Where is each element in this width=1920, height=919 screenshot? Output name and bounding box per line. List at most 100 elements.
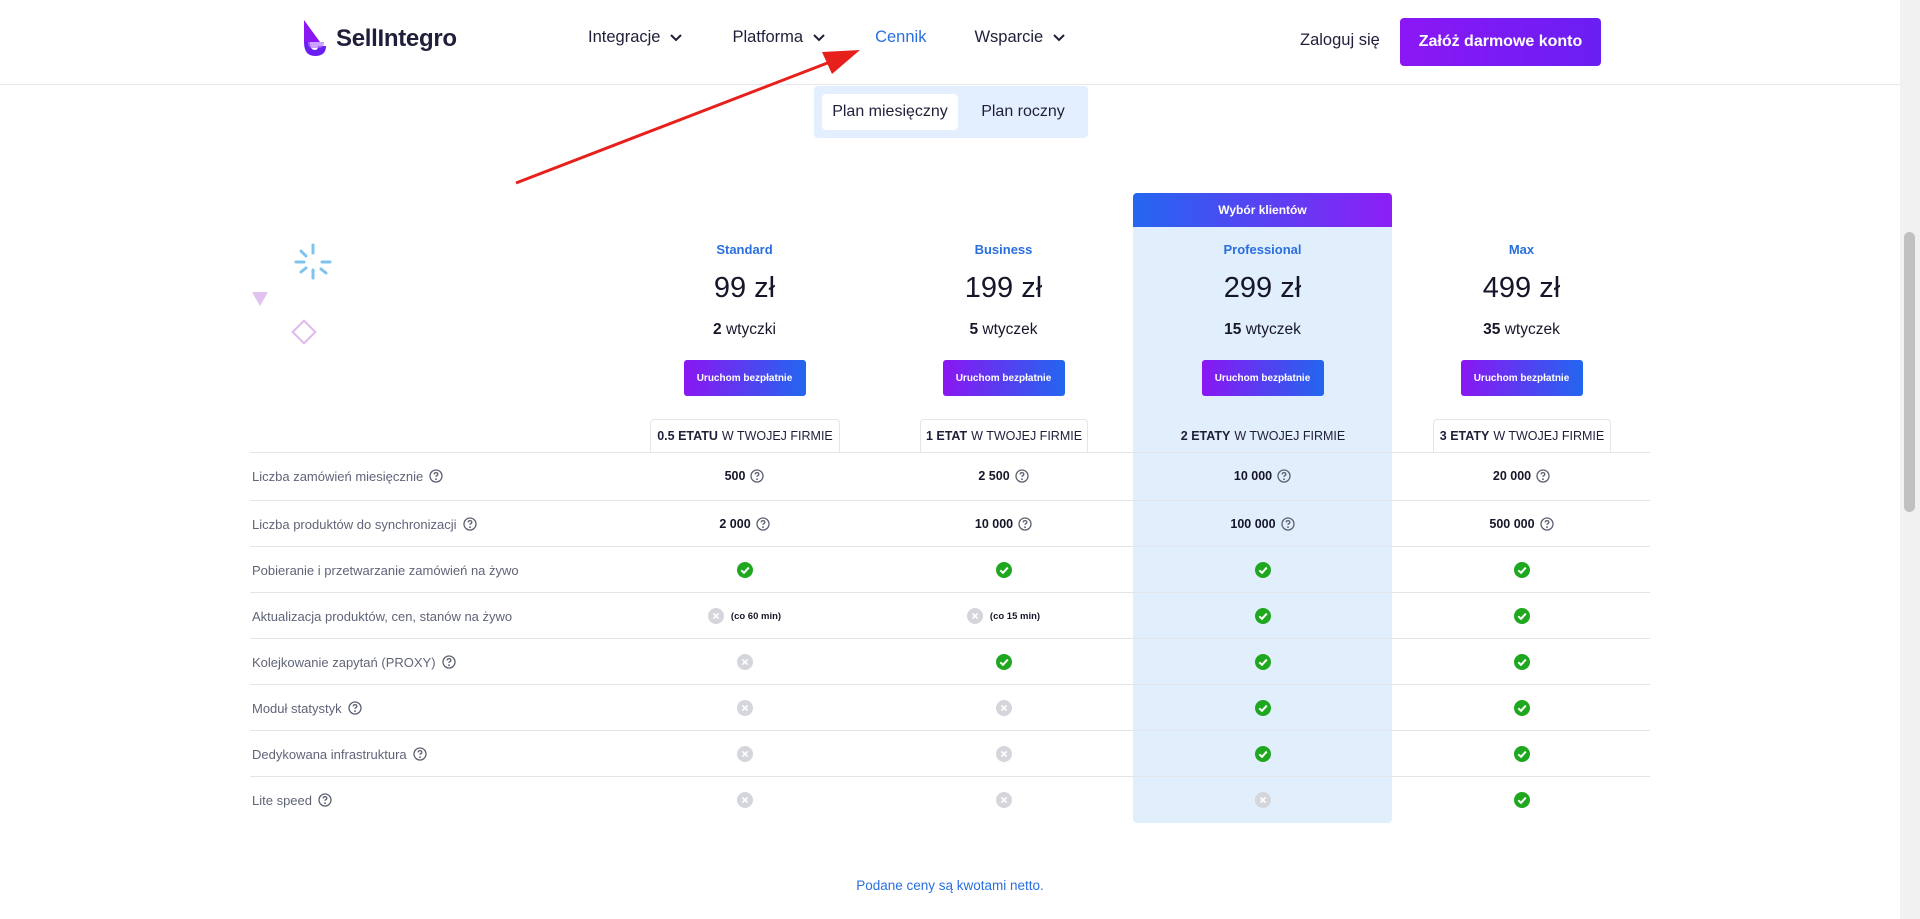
check-icon <box>1254 746 1271 762</box>
etat-rest: W TWOJEJ FIRMIE <box>721 429 833 443</box>
etat-tab-standard: 0.5 ETATU W TWOJEJ FIRMIE <box>650 419 840 452</box>
feature-cell <box>1133 777 1392 823</box>
check-icon <box>736 562 753 578</box>
net-prices-note[interactable]: Podane ceny są kwotami netto. <box>0 878 1900 893</box>
site-header: SellIntegro Integracje Platforma Cennik … <box>0 0 1900 85</box>
feature-cell <box>1133 685 1392 731</box>
logo-text: SellIntegro <box>336 25 457 52</box>
check-icon <box>1513 562 1530 578</box>
check-icon <box>1254 654 1271 670</box>
help-icon[interactable] <box>1539 517 1554 531</box>
chevron-down-icon <box>1053 33 1065 42</box>
logo[interactable]: SellIntegro <box>300 18 457 60</box>
feature-cell <box>874 731 1133 777</box>
feature-cell: 2 500 <box>874 453 1133 499</box>
check-icon <box>995 562 1012 578</box>
help-icon[interactable] <box>318 793 332 807</box>
check-icon <box>1254 700 1271 716</box>
nav-label: Cennik <box>875 28 927 46</box>
feature-cell <box>1133 593 1392 639</box>
help-icon[interactable] <box>1536 469 1550 483</box>
feature-label-text: Lite speed <box>252 792 312 808</box>
login-link[interactable]: Zaloguj się <box>1300 31 1380 50</box>
feature-row: Aktualizacja produktów, cen, stanów na ż… <box>250 592 1650 639</box>
etat-bold: 0.5 ETATU <box>657 429 718 443</box>
help-icon[interactable] <box>429 469 443 483</box>
feature-cell: (co 15 min) <box>874 593 1133 639</box>
feature-cell <box>1392 547 1651 593</box>
plugins-count: 35 <box>1483 321 1501 338</box>
feature-cell: (co 60 min) <box>615 593 874 639</box>
start-free-button[interactable]: Uruchom bezpłatnie <box>1201 360 1324 396</box>
feature-cell: 2 000 <box>615 501 874 547</box>
help-icon[interactable] <box>412 747 427 761</box>
plan-name: Professional <box>1223 242 1302 257</box>
nav-wsparcie[interactable]: Wsparcie <box>974 28 1065 47</box>
check-icon <box>1513 654 1530 670</box>
feature-label: Lite speed <box>252 777 332 823</box>
feature-value: 100 000 <box>1230 517 1276 531</box>
logo-icon <box>300 18 330 60</box>
customer-choice-badge: Wybór klientów <box>1133 193 1392 227</box>
feature-value: 500 <box>724 469 746 483</box>
feature-label-text: Aktualizacja produktów, cen, stanów na ż… <box>252 608 513 624</box>
red-arrow-annotation <box>515 50 860 185</box>
cross-icon <box>1254 792 1271 808</box>
cross-icon <box>736 700 753 716</box>
plan-price: 99 zł <box>713 272 776 304</box>
help-icon[interactable] <box>347 701 362 715</box>
scrollbar[interactable] <box>1900 0 1920 919</box>
cross-icon <box>736 792 753 808</box>
etat-tab-professional: 2 ETATY W TWOJEJ FIRMIE <box>1176 419 1350 452</box>
check-icon <box>1513 700 1530 716</box>
feature-row: Lite speed <box>250 776 1650 823</box>
help-icon[interactable] <box>1014 469 1029 483</box>
plan-business: Business 199 zł 5 wtyczek Uruchom bezpła… <box>874 240 1133 396</box>
feature-label-text: Liczba produktów do synchronizacji <box>252 516 457 532</box>
feature-label-text: Kolejkowanie zapytań (PROXY) <box>252 654 436 670</box>
feature-row: Liczba zamówień miesięcznie 500 2 500 10 00… <box>250 452 1650 499</box>
feature-cell: 10 000 <box>874 501 1133 547</box>
feature-row: Pobieranie i przetwarzanie zamówień na ż… <box>250 546 1650 593</box>
help-icon[interactable] <box>750 469 765 483</box>
feature-label-text: Dedykowana infrastruktura <box>252 746 407 762</box>
cross-icon <box>707 608 724 624</box>
check-icon <box>1513 792 1530 808</box>
feature-cell <box>615 731 874 777</box>
signup-button[interactable]: Załóż darmowe konto <box>1400 18 1601 66</box>
feature-cell <box>615 685 874 731</box>
plan-professional: Professional 299 zł 15 wtyczek Uruchom b… <box>1133 240 1392 396</box>
start-free-button[interactable]: Uruchom bezpłatnie <box>1460 360 1583 396</box>
help-icon[interactable] <box>1018 517 1032 531</box>
feature-row: Dedykowana infrastruktura <box>250 730 1650 777</box>
etat-tab-max: 3 ETATY W TWOJEJ FIRMIE <box>1433 419 1611 452</box>
feature-cell <box>1392 685 1651 731</box>
plugins-word: wtyczek <box>982 321 1038 338</box>
feature-value: 500 000 <box>1489 517 1535 531</box>
feature-label: Kolejkowanie zapytań (PROXY) <box>252 639 456 685</box>
feature-cell: 500 <box>615 453 874 499</box>
help-icon[interactable] <box>1277 469 1291 483</box>
etat-rest: W TWOJEJ FIRMIE <box>1234 429 1346 443</box>
feature-cell <box>874 685 1133 731</box>
feature-cell: 100 000 <box>1133 501 1392 547</box>
start-free-button[interactable]: Uruchom bezpłatnie <box>942 360 1065 396</box>
help-icon[interactable] <box>1280 517 1295 531</box>
feature-row: Kolejkowanie zapytań (PROXY) <box>250 638 1650 685</box>
start-free-button[interactable]: Uruchom bezpłatnie <box>683 360 806 396</box>
plan-name: Standard <box>716 242 773 257</box>
help-icon[interactable] <box>441 655 456 669</box>
decorative-shapes-icon <box>252 243 332 345</box>
nav-cennik[interactable]: Cennik <box>875 28 926 47</box>
scrollbar-thumb[interactable] <box>1904 232 1915 512</box>
feature-row: Moduł statystyk <box>250 684 1650 731</box>
feature-label: Moduł statystyk <box>252 685 362 731</box>
feature-cell <box>615 777 874 823</box>
help-icon[interactable] <box>462 517 477 531</box>
help-icon[interactable] <box>755 517 770 531</box>
toggle-yearly[interactable]: Plan roczny <box>964 94 1082 130</box>
check-icon <box>1254 562 1271 578</box>
feature-value: 10 000 <box>974 517 1014 531</box>
feature-cell <box>874 547 1133 593</box>
feature-label: Liczba zamówień miesięcznie <box>252 453 443 499</box>
